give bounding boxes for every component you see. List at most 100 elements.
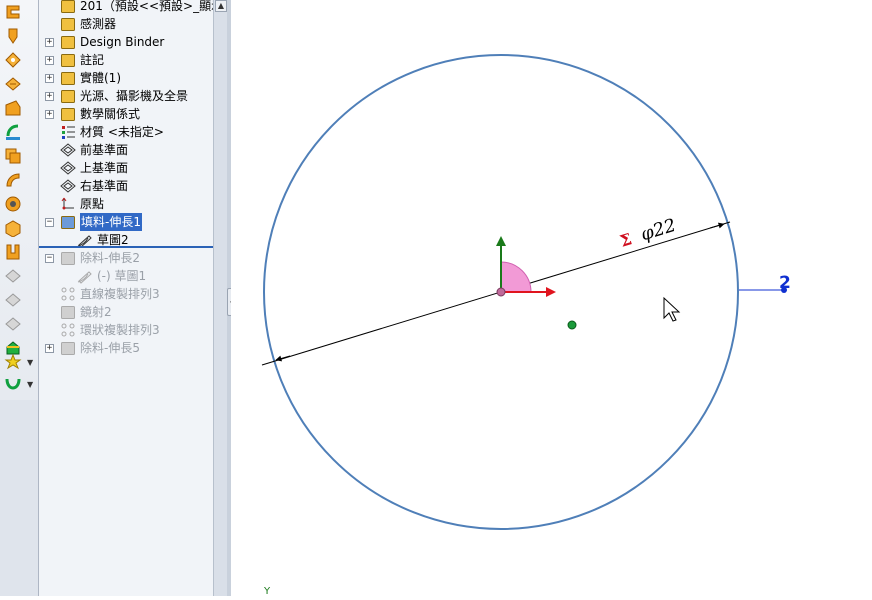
tree-item[interactable]: − 填料-伸長1 bbox=[39, 213, 213, 231]
extrude-cut-icon bbox=[60, 340, 76, 356]
collapse-icon[interactable]: − bbox=[45, 218, 54, 227]
feature-manager-tree: 201（預設<<預設>_顯示狀態感測器 + Design Binder + 註記 + 實體(… bbox=[39, 0, 213, 596]
material-icon bbox=[60, 124, 76, 140]
shell-icon[interactable] bbox=[3, 170, 23, 190]
expand-icon[interactable]: + bbox=[45, 74, 54, 83]
diameter-dimension-text[interactable]: φ22 bbox=[638, 215, 678, 245]
tree-item[interactable]: 右基準面 bbox=[39, 177, 213, 195]
fillet-icon[interactable] bbox=[3, 122, 23, 142]
boundary-icon[interactable] bbox=[3, 98, 23, 118]
tree-item-label: 環狀複製排列3 bbox=[80, 323, 160, 337]
reference-geometry-icon[interactable] bbox=[3, 352, 23, 372]
tree-item-label: 201（預設<<預設>_顯示狀態 bbox=[80, 0, 213, 13]
expand-icon[interactable]: + bbox=[45, 344, 54, 353]
x-axis-arrow-icon bbox=[546, 287, 556, 297]
expand-icon[interactable]: + bbox=[45, 38, 54, 47]
equations-icon bbox=[60, 106, 76, 122]
dimension-arrow-left bbox=[275, 355, 291, 362]
tree-item-label: 除料-伸長2 bbox=[80, 251, 140, 265]
tree-item[interactable]: + 實體(1) bbox=[39, 69, 213, 87]
relation-tag-dot bbox=[781, 287, 787, 293]
origin-icon bbox=[60, 196, 76, 212]
features-toolbar: ▼ ▼ bbox=[0, 0, 39, 596]
tree-item[interactable]: + 數學關係式 bbox=[39, 105, 213, 123]
sketch-point[interactable] bbox=[567, 320, 577, 330]
tree-item[interactable]: + 除料-伸長5 bbox=[39, 339, 213, 357]
tree-item[interactable]: (-) 草圖1 bbox=[39, 267, 213, 285]
plane-icon bbox=[60, 160, 76, 176]
extrude-boss-icon[interactable] bbox=[3, 2, 23, 22]
mirror-icon bbox=[60, 304, 76, 320]
plane-icon bbox=[60, 178, 76, 194]
solid-bodies-icon bbox=[60, 70, 76, 86]
tree-item-label: 材質 <未指定> bbox=[80, 125, 164, 139]
draft-icon[interactable] bbox=[3, 242, 23, 262]
tree-item-label: 鏡射2 bbox=[80, 305, 112, 319]
extrude-cut-icon bbox=[60, 250, 76, 266]
mouse-cursor-icon bbox=[663, 296, 681, 322]
sketch-icon bbox=[77, 268, 93, 284]
sketch-origin-point[interactable] bbox=[496, 287, 506, 297]
collapse-icon[interactable]: − bbox=[45, 254, 54, 263]
tree-item-label: 除料-伸長5 bbox=[80, 341, 140, 355]
lights-cameras-icon bbox=[60, 88, 76, 104]
tree-item-label: (-) 草圖1 bbox=[97, 269, 147, 283]
tree-item[interactable]: + 光源、攝影機及全景 bbox=[39, 87, 213, 105]
tree-item[interactable]: − 除料-伸長2 bbox=[39, 249, 213, 267]
dome-icon[interactable] bbox=[3, 290, 23, 310]
tree-item[interactable]: 上基準面 bbox=[39, 159, 213, 177]
linear-pattern-icon bbox=[60, 286, 76, 302]
sensor-icon bbox=[60, 16, 76, 32]
expand-icon[interactable]: + bbox=[45, 110, 54, 119]
tree-item-label: 實體(1) bbox=[80, 71, 121, 85]
expand-icon[interactable]: + bbox=[45, 56, 54, 65]
revolve-boss-icon[interactable] bbox=[3, 26, 23, 46]
tree-item-label: 填料-伸長1 bbox=[80, 213, 142, 231]
y-axis-arrow-icon bbox=[496, 236, 506, 246]
tree-item-label: 數學關係式 bbox=[80, 107, 141, 121]
scroll-up-icon[interactable]: ▲ bbox=[215, 0, 227, 12]
tree-item[interactable]: 原點 bbox=[39, 195, 213, 213]
extrude-boss-icon bbox=[60, 214, 76, 230]
origin-angle-indicator bbox=[500, 261, 532, 293]
dimension-arrow-right bbox=[709, 222, 725, 229]
tree-item-label: 直線複製排列3 bbox=[80, 287, 160, 301]
wrap-icon[interactable] bbox=[3, 266, 23, 286]
reference-geometry-dropdown-icon[interactable]: ▼ bbox=[27, 359, 35, 367]
dimension-driving-icon: Σ bbox=[618, 229, 634, 250]
tree-item[interactable]: 前基準面 bbox=[39, 141, 213, 159]
tree-item[interactable]: 鏡射2 bbox=[39, 303, 213, 321]
plane-icon bbox=[60, 142, 76, 158]
tree-item-label: 感測器 bbox=[80, 17, 117, 31]
hole-icon[interactable] bbox=[3, 194, 23, 214]
rib-icon[interactable] bbox=[3, 218, 23, 238]
view-triad-y-label: Y bbox=[263, 586, 271, 596]
chamfer-icon[interactable] bbox=[3, 146, 23, 166]
tree-item[interactable]: 材質 <未指定> bbox=[39, 123, 213, 141]
tree-item[interactable]: 感測器 bbox=[39, 15, 213, 33]
curves-dropdown-icon[interactable]: ▼ bbox=[27, 381, 35, 389]
curves-icon[interactable] bbox=[3, 374, 23, 394]
annotation-icon bbox=[60, 52, 76, 68]
sweep-icon[interactable] bbox=[3, 50, 23, 70]
loft-icon[interactable] bbox=[3, 74, 23, 94]
tree-item-label: 註記 bbox=[80, 53, 105, 67]
tree-item[interactable]: + Design Binder bbox=[39, 33, 213, 51]
tree-item-label: 右基準面 bbox=[80, 179, 129, 193]
rollback-bar[interactable] bbox=[39, 246, 213, 248]
tree-item[interactable]: 環狀複製排列3 bbox=[39, 321, 213, 339]
tree-item[interactable]: 直線複製排列3 bbox=[39, 285, 213, 303]
tree-item[interactable]: + 註記 bbox=[39, 51, 213, 69]
expand-icon[interactable]: + bbox=[45, 92, 54, 101]
sketch-canvas[interactable]: Σ φ22 2 Y bbox=[231, 0, 872, 597]
cut-icon[interactable] bbox=[3, 314, 23, 334]
tree-item-label: 上基準面 bbox=[80, 161, 129, 175]
design-binder-icon bbox=[60, 34, 76, 50]
tree-item-label: 原點 bbox=[80, 197, 105, 211]
tree-item-label: Design Binder bbox=[80, 35, 165, 49]
dimension-line[interactable] bbox=[261, 221, 731, 366]
tree-scrollbar[interactable]: ▲ bbox=[213, 0, 228, 596]
tree-item[interactable]: 201（預設<<預設>_顯示狀態 bbox=[39, 0, 213, 15]
graphics-area[interactable]: Σ φ22 2 Y bbox=[231, 0, 872, 597]
tree-item-label: 前基準面 bbox=[80, 143, 129, 157]
